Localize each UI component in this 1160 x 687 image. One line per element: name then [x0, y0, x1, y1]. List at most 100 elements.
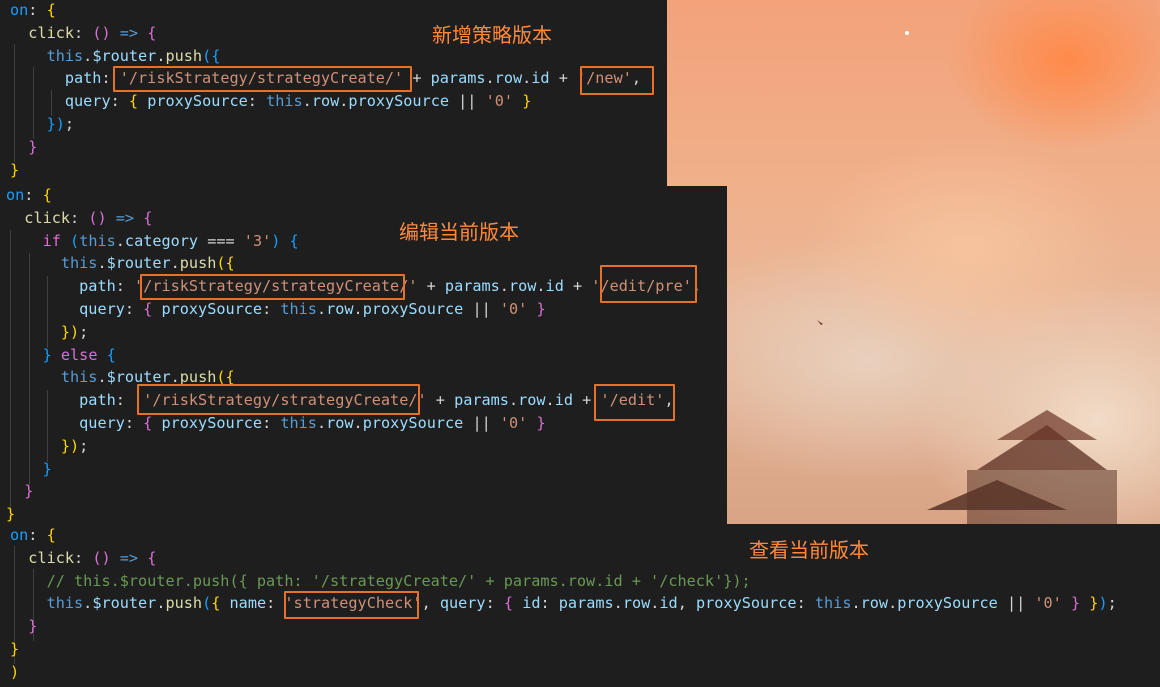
code-token: {: [46, 526, 56, 544]
code-token: row: [311, 92, 340, 111]
highlight-strategy-check: [284, 591, 419, 619]
code-token: .: [170, 254, 180, 273]
code-token: :: [74, 23, 93, 42]
code-token: row: [622, 594, 651, 613]
code-token: id: [659, 594, 678, 613]
code-token: this: [280, 414, 317, 432]
code-token: this: [266, 92, 303, 111]
code-token: .: [851, 594, 861, 613]
code-token: on: [10, 526, 29, 544]
code-token: id: [531, 69, 550, 88]
code-token: +: [563, 277, 592, 296]
highlight-edit-pre: [600, 265, 697, 303]
code-token: proxySource: [161, 300, 263, 318]
code-token: query: [79, 300, 125, 318]
annotation-edit-version: 编辑当前版本: [399, 220, 519, 244]
code-token: params: [558, 594, 614, 613]
code-line: }: [6, 458, 52, 481]
code-token: id: [522, 594, 541, 613]
code-token: .: [302, 92, 312, 111]
code-line: this.$router.push({: [6, 252, 235, 275]
code-panel-edit-version: on: { click: () => { if (this.category =…: [0, 186, 727, 524]
background-painting: [667, 0, 1160, 524]
code-line: on: {: [6, 184, 52, 207]
code-token: .: [83, 46, 93, 65]
code-token: {: [503, 594, 514, 613]
code-token: .: [83, 594, 93, 613]
code-line: }: [10, 159, 19, 182]
code-token: :: [247, 92, 267, 111]
highlight-new: [580, 66, 654, 95]
code-token: }): [60, 322, 80, 341]
code-token: =>: [119, 548, 139, 567]
code-panel-new-version: on: { click: () => { this.$router.push({…: [0, 0, 667, 183]
code-line: query: { proxySource: this.row.proxySour…: [10, 90, 531, 113]
code-token: }: [28, 137, 38, 156]
code-token: ({: [202, 46, 221, 65]
code-line: this.$router.push({ name: 'strategyCheck…: [10, 592, 1117, 615]
code-token: +: [417, 277, 445, 296]
highlight-path: [113, 66, 412, 92]
code-token: $router: [92, 594, 157, 613]
code-line: });: [6, 321, 88, 344]
code-token: '3': [243, 231, 272, 250]
code-token: path: [64, 69, 102, 88]
code-token: {: [46, 1, 56, 19]
code-token: on: [10, 1, 29, 19]
code-token: id: [545, 277, 564, 296]
code-token: proxySource: [161, 414, 263, 432]
code-token: +: [549, 69, 577, 88]
code-token: click: [28, 548, 75, 567]
code-token: push: [165, 594, 203, 613]
code-token: path: [79, 277, 116, 296]
code-token: (): [88, 208, 107, 227]
code-token: '0': [485, 92, 514, 111]
code-token: {: [143, 300, 153, 318]
annotation-view-version: 查看当前版本: [749, 538, 869, 562]
code-token: ||: [463, 414, 500, 432]
code-token: :: [796, 594, 815, 613]
code-token: {: [143, 414, 153, 432]
code-line: }: [10, 615, 37, 638]
code-token: proxySource: [147, 92, 248, 111]
code-token: ({: [216, 254, 235, 273]
code-token: .: [316, 300, 327, 318]
code-token: .: [353, 300, 363, 318]
code-token: proxySource: [348, 92, 450, 111]
code-token: row: [860, 594, 889, 613]
code-token: push: [179, 254, 217, 273]
code-token: :: [28, 1, 47, 19]
annotation-new-version: 新增策略版本: [432, 23, 552, 47]
code-token: row: [326, 414, 354, 432]
code-token: (: [202, 594, 212, 613]
code-token: params: [454, 391, 509, 410]
code-token: ,: [421, 594, 440, 613]
code-line: click: () => {: [10, 547, 156, 570]
code-token: proxySource: [362, 300, 464, 318]
code-line: }: [6, 480, 33, 503]
code-token: :: [485, 594, 504, 613]
code-token: query: [64, 92, 111, 111]
code-token: .: [97, 254, 107, 273]
highlight-edit: [594, 384, 675, 421]
code-token: category: [124, 231, 199, 250]
code-token: .: [485, 69, 495, 88]
code-token: .: [508, 391, 519, 410]
code-token: .: [353, 414, 363, 432]
code-token: }: [42, 345, 52, 364]
code-token: :: [540, 594, 559, 613]
code-token: query: [79, 414, 125, 432]
code-token: {: [143, 208, 153, 227]
code-token: row: [494, 69, 523, 88]
code-token: $router: [92, 46, 157, 65]
